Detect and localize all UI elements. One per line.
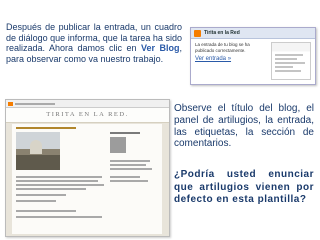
- post-image: [16, 132, 60, 170]
- post-title: [16, 127, 76, 129]
- blogger-logo-icon: [8, 101, 13, 106]
- publish-dialog-screenshot: Tirita en la Red La entrada de tu blog s…: [190, 27, 316, 85]
- question-paragraph: ¿Podría usted enunciar que artilugios vi…: [174, 169, 314, 206]
- dialog-message: La entrada de tu blog se ha publicado co…: [195, 42, 250, 53]
- dialog-app-title: Tirita en la Red: [204, 30, 240, 36]
- profile-avatar: [110, 137, 126, 153]
- gadget-sidebar: [110, 132, 158, 182]
- intro-bold-ver-blog: Ver Blog: [140, 43, 180, 53]
- blog-preview-screenshot: TIRITA EN LA RED.: [5, 99, 170, 237]
- dialog-header-bar: Tirita en la Red: [191, 28, 315, 39]
- blog-header-title: TIRITA EN LA RED.: [6, 108, 169, 123]
- blog-content-area: [12, 124, 162, 234]
- blogger-logo-icon: [194, 29, 201, 37]
- dialog-body: La entrada de tu blog se ha publicado co…: [191, 39, 315, 80]
- blogger-navbar: [6, 100, 169, 108]
- observe-paragraph: Observe el título del blog, el panel de …: [174, 103, 314, 150]
- blog-thumbnail: [271, 42, 311, 80]
- intro-paragraph: Después de publicar la entrada, un cuadr…: [6, 22, 182, 64]
